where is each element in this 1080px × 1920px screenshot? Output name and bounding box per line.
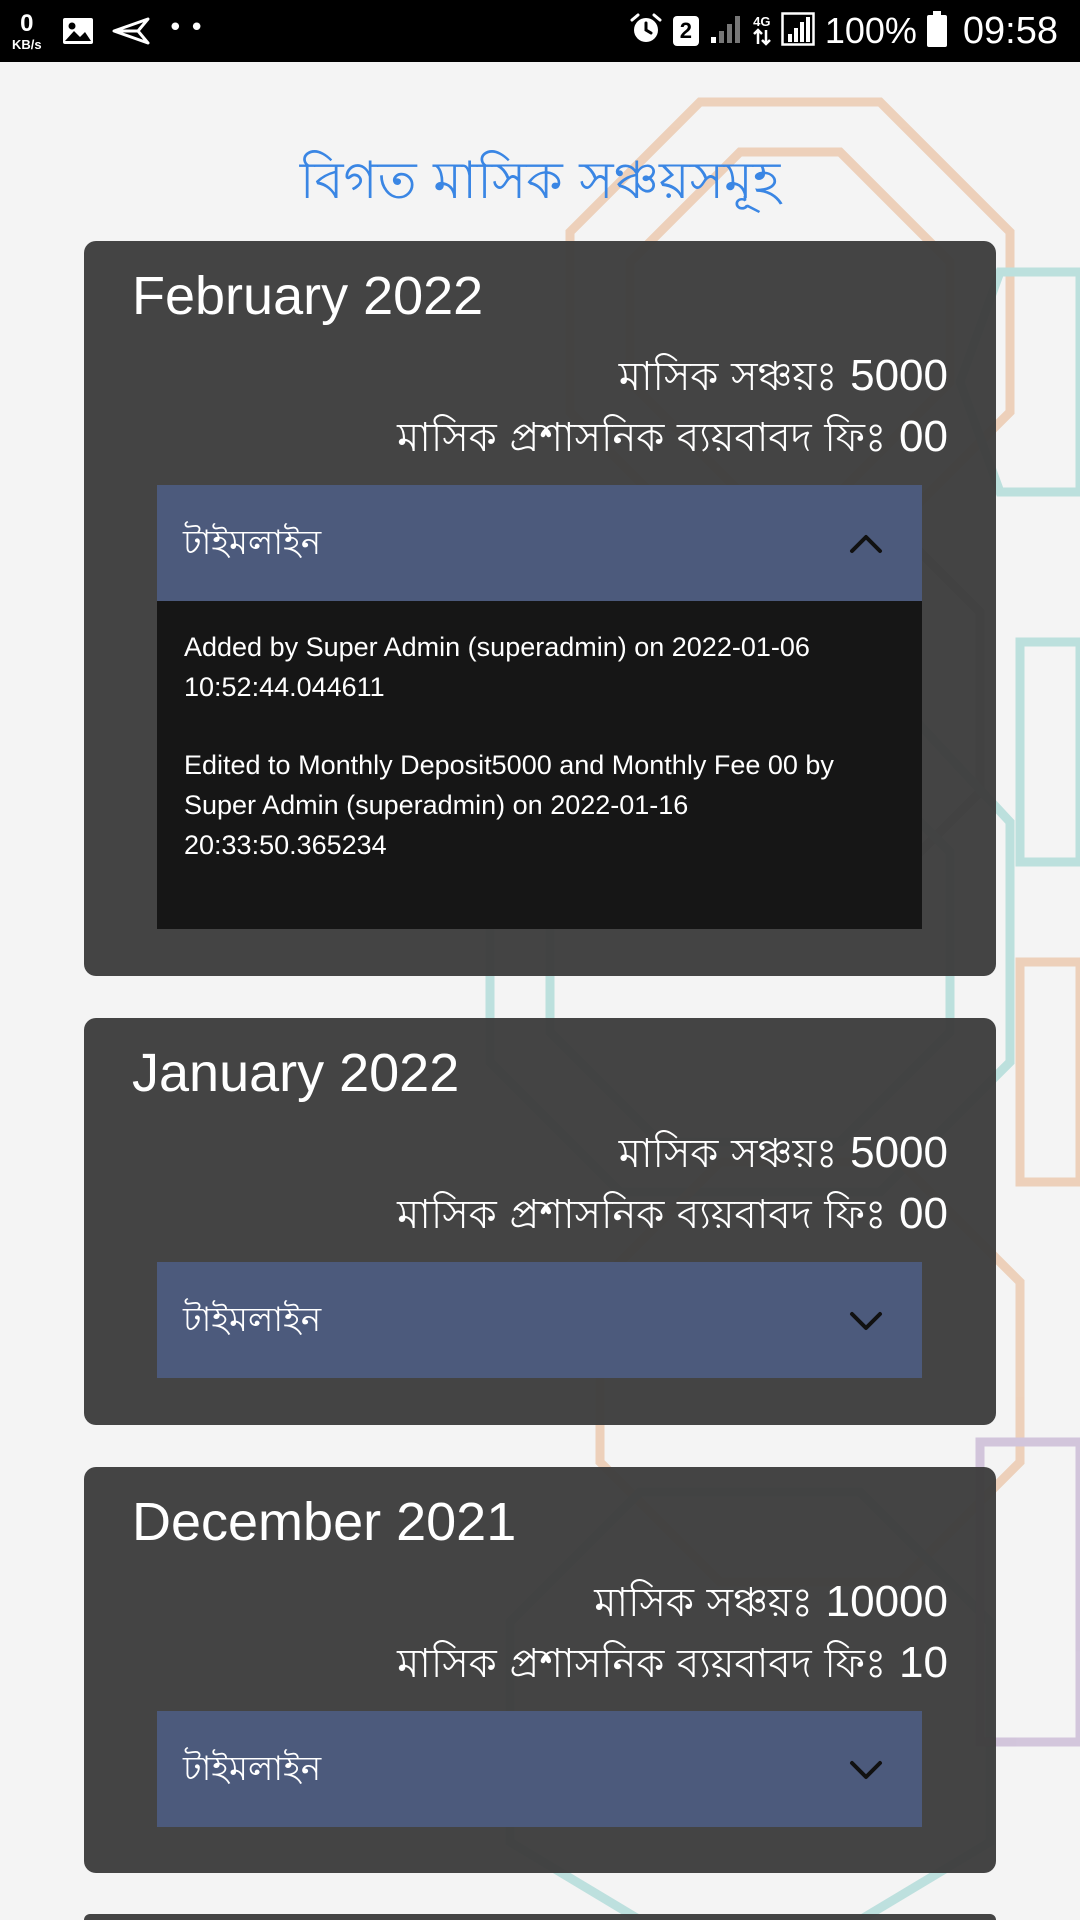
signal-full-icon bbox=[781, 11, 815, 51]
timeline-toggle[interactable]: টাইমলাইন bbox=[157, 1711, 922, 1827]
monthly-deposit-label: মাসিক সঞ্চয়ঃ bbox=[594, 1580, 813, 1626]
timeline-toggle[interactable]: টাইমলাইন bbox=[157, 1262, 922, 1378]
page-title: বিগত মাসিক সঞ্চয়সমূহ bbox=[299, 151, 781, 211]
timeline-toggle[interactable]: টাইমলাইন bbox=[157, 485, 922, 601]
clock: 09:58 bbox=[962, 9, 1058, 52]
timeline-body: Added by Super Admin (superadmin) on 202… bbox=[157, 601, 922, 929]
network-speed-value: 0 bbox=[20, 9, 34, 37]
card-month: December 2021 bbox=[132, 1492, 517, 1552]
monthly-deposit-card: January 2022 মাসিক সঞ্চয়ঃ 5000 মাসিক প্… bbox=[84, 1018, 996, 1425]
monthly-fee-label: মাসিক প্রশাসনিক ব্যয়বাবদ ফিঃ bbox=[397, 1641, 887, 1687]
monthly-fee-line: মাসিক প্রশাসনিক ব্যয়বাবদ ফিঃ 00 bbox=[397, 406, 948, 473]
signal-icon bbox=[709, 13, 743, 50]
sim-badge: 2 bbox=[672, 16, 699, 46]
monthly-deposit-value: 10000 bbox=[825, 1577, 948, 1626]
monthly-fee-line: মাসিক প্রশাসনিক ব্যয়বাবদ ফিঃ 00 bbox=[397, 1183, 948, 1250]
timeline-entry: Added by Super Admin (superadmin) on 202… bbox=[184, 632, 810, 702]
monthly-fee-line: মাসিক প্রশাসনিক ব্যয়বাবদ ফিঃ 10 bbox=[397, 1632, 948, 1699]
data-arrows-icon bbox=[752, 27, 771, 48]
monthly-deposit-value: 5000 bbox=[850, 351, 948, 400]
monthly-fee-value: 10 bbox=[899, 1638, 948, 1687]
monthly-deposit-label: মাসিক সঞ্চয়ঃ bbox=[618, 354, 838, 400]
send-icon bbox=[112, 17, 150, 45]
chevron-up-icon bbox=[850, 535, 882, 553]
monthly-fee-value: 00 bbox=[899, 412, 948, 461]
card-month: February 2022 bbox=[132, 266, 484, 326]
timeline-entry: Edited to Monthly Deposit5000 and Monthl… bbox=[184, 750, 834, 860]
chevron-down-icon bbox=[850, 1761, 882, 1779]
monthly-deposit-card: December 2021 মাসিক সঞ্চয়ঃ 10000 মাসিক … bbox=[84, 1467, 996, 1873]
monthly-deposit-card: February 2022 মাসিক সঞ্চয়ঃ 5000 মাসিক প… bbox=[84, 241, 996, 976]
monthly-fee-label: মাসিক প্রশাসনিক ব্যয়বাবদ ফিঃ bbox=[397, 415, 887, 461]
network-type-label: 4G bbox=[753, 13, 771, 29]
monthly-deposit-line: মাসিক সঞ্চয়ঃ 10000 bbox=[594, 1571, 948, 1638]
monthly-deposit-value: 5000 bbox=[850, 1128, 948, 1177]
alarm-icon bbox=[629, 12, 663, 51]
monthly-fee-value: 00 bbox=[899, 1189, 948, 1238]
timeline-label: টাইমলাইন bbox=[183, 1749, 322, 1789]
monthly-deposit-line: মাসিক সঞ্চয়ঃ 5000 bbox=[619, 1122, 948, 1189]
timeline-label: টাইমলাইন bbox=[183, 523, 322, 563]
monthly-deposit-label: মাসিক সঞ্চয়ঃ bbox=[618, 1131, 838, 1177]
card-month: January 2022 bbox=[132, 1043, 460, 1103]
network-speed: 0 KB/s bbox=[12, 9, 42, 52]
status-bar: 0 KB/s •• 2 4G 100% 09:58 bbox=[0, 0, 1080, 62]
gallery-icon bbox=[62, 17, 94, 45]
monthly-deposit-line: মাসিক সঞ্চয়ঃ 5000 bbox=[619, 345, 948, 412]
network-speed-unit: KB/s bbox=[12, 36, 42, 52]
chevron-down-icon bbox=[850, 1312, 882, 1330]
timeline-label: টাইমলাইন bbox=[183, 1300, 322, 1340]
more-notifications-dots: •• bbox=[167, 13, 211, 43]
network-type: 4G bbox=[752, 13, 771, 48]
battery-icon bbox=[926, 10, 947, 52]
monthly-deposit-card bbox=[84, 1914, 996, 1920]
battery-percent: 100% bbox=[824, 10, 917, 51]
monthly-fee-label: মাসিক প্রশাসনিক ব্যয়বাবদ ফিঃ bbox=[397, 1192, 887, 1238]
